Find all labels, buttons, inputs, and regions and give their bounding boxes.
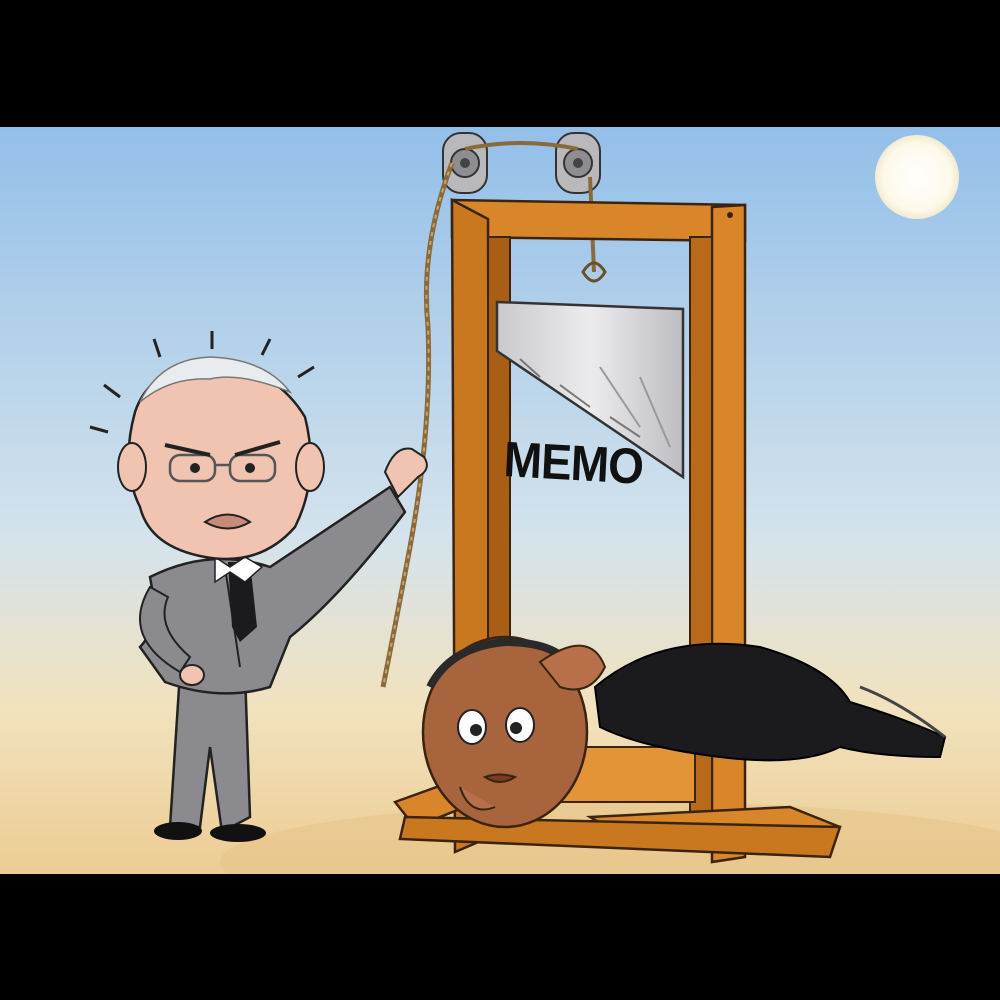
black-letterbox-frame: MEMO — [0, 0, 1000, 1000]
sun — [875, 135, 959, 219]
pulley-right — [555, 132, 601, 194]
cartoon-scene: MEMO — [0, 127, 1000, 874]
blade-label: MEMO — [502, 431, 645, 495]
cartoon-illustration — [0, 127, 1000, 874]
